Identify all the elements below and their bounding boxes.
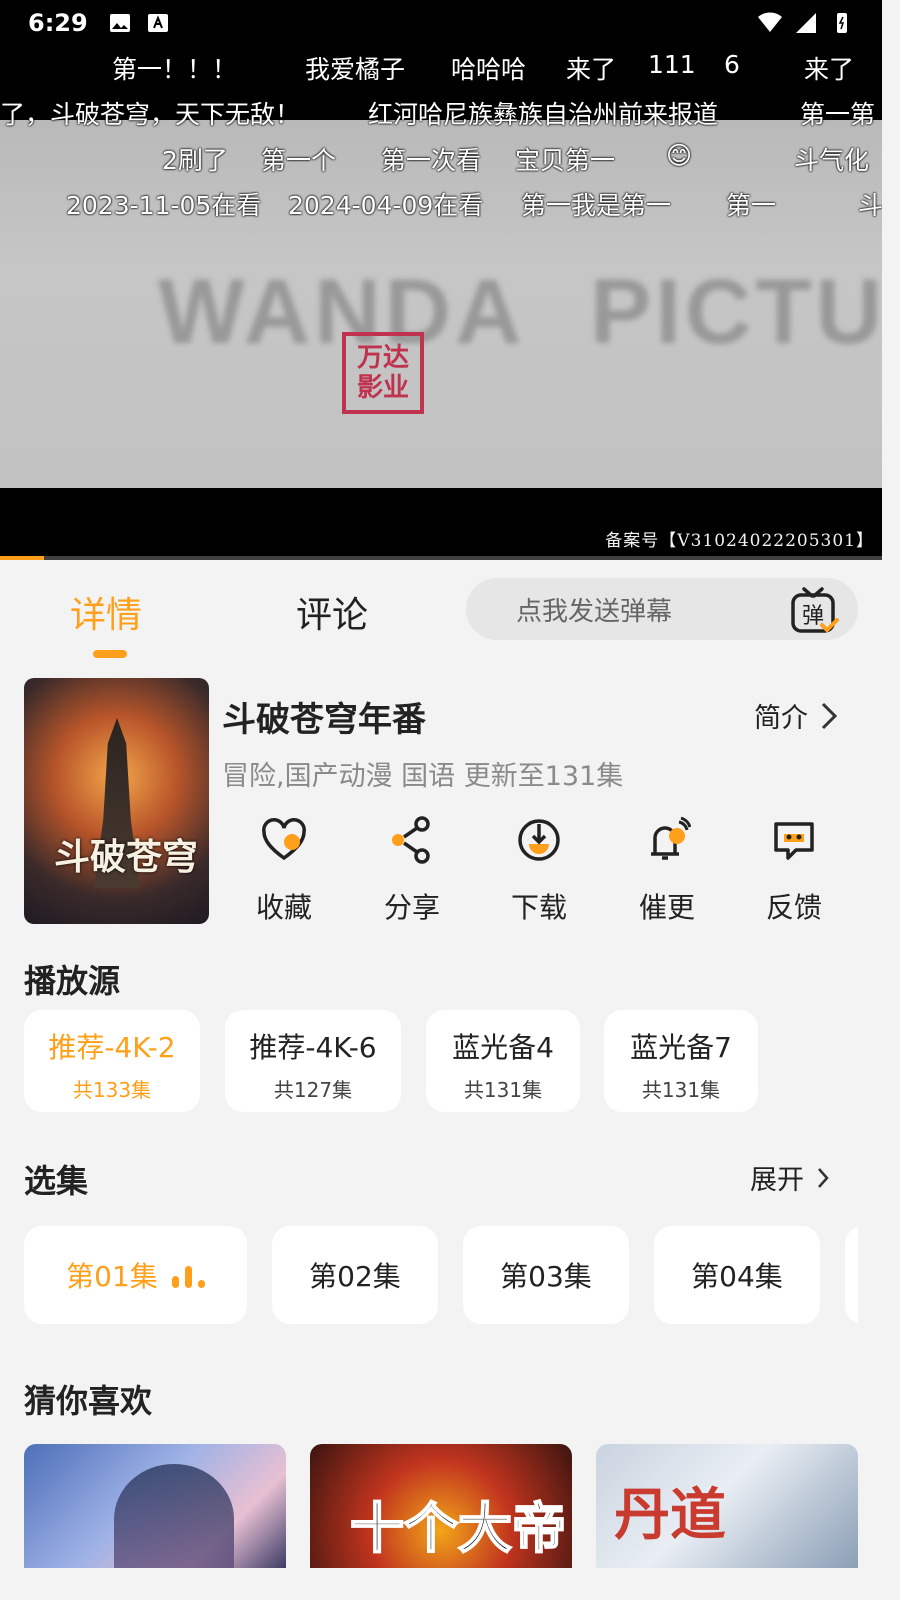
danmaku-send-icon[interactable]: 弹 (790, 587, 840, 637)
urge-update-label: 催更 (638, 891, 695, 924)
danmaku-comment: 第一 (726, 191, 777, 220)
source-name: 蓝光备7 (630, 1031, 732, 1064)
wanda-seal-logo: 万达影业 (342, 332, 424, 414)
recommend-card[interactable]: 丹道 (596, 1444, 858, 1568)
favorite-button[interactable]: 收藏 (224, 816, 344, 926)
danmaku-comment: 第一次看 (381, 146, 482, 175)
source-count: 共131集 (463, 1078, 543, 1102)
urge-update-button[interactable]: 催更 (607, 816, 727, 926)
source-item[interactable]: 蓝光备7 共131集 (604, 1010, 758, 1112)
danmaku-comment: 6 (724, 50, 740, 79)
danmaku-comment: 2024-04-09在看 (288, 191, 484, 220)
episode-item[interactable]: 第02集 (272, 1226, 438, 1324)
danmaku-input-placeholder: 点我发送弹幕 (516, 596, 673, 627)
recommend-card[interactable] (24, 1444, 286, 1568)
chevron-right-icon (818, 1167, 829, 1188)
recommend-title: 猜你喜欢 (24, 1382, 153, 1420)
episode-label: 第03集 (500, 1260, 592, 1293)
source-count: 共127集 (273, 1078, 353, 1102)
tab-active-indicator (93, 650, 127, 658)
source-count: 共131集 (641, 1078, 721, 1102)
favorite-label: 收藏 (255, 891, 312, 924)
filing-number: 备案号【V31024022205301】 (605, 531, 874, 551)
font-notification-icon (147, 14, 168, 32)
danmaku-comment: 2刷了 (162, 146, 228, 175)
danmaku-comment: 第一第 (800, 100, 876, 129)
recommend-list: 十个大帝 丹道 (24, 1444, 858, 1568)
feedback-label: 反馈 (765, 891, 822, 924)
download-button[interactable]: 下载 (479, 816, 599, 926)
recommend-card-title: 丹道 (614, 1482, 726, 1548)
show-poster[interactable]: 斗破苍穹 (24, 678, 209, 924)
recommend-card[interactable]: 十个大帝 (310, 1444, 572, 1568)
source-item[interactable]: 蓝光备4 共131集 (426, 1010, 580, 1112)
wifi-icon (758, 12, 782, 32)
tab-details[interactable]: 详情 (70, 586, 142, 638)
source-name: 推荐-4K-6 (249, 1031, 377, 1064)
status-bar: 6:29 (0, 0, 882, 46)
bell-icon (651, 816, 691, 860)
battery-icon (837, 13, 847, 33)
intro-label: 简介 (754, 703, 808, 734)
danmaku-comment: 斗气化 (794, 146, 870, 175)
show-title: 斗破苍穹年番 (222, 700, 426, 740)
share-button[interactable]: 分享 (352, 816, 472, 926)
share-label: 分享 (383, 891, 440, 924)
danmaku-comment: 😊 (666, 141, 693, 170)
source-count: 共133集 (72, 1078, 152, 1102)
danmaku-comment: 了，斗破苍穹，天下无敌！ (0, 100, 301, 129)
source-name: 蓝光备4 (452, 1031, 554, 1064)
danmaku-comment: 宝贝第一 (515, 146, 616, 175)
danmaku-comment: 哈哈哈 (451, 55, 527, 84)
tab-comments[interactable]: 评论 (296, 586, 368, 638)
status-time: 6:29 (28, 9, 88, 37)
recommend-card-title: 十个大帝 (349, 1495, 567, 1561)
gallery-notification-icon (109, 14, 130, 32)
episodes-title: 选集 (24, 1162, 89, 1200)
heart-icon (262, 818, 306, 861)
action-bar: 收藏 分享 下载 催更 反馈 (222, 816, 858, 926)
danmaku-comment: 来了 (804, 55, 855, 84)
danmaku-comment: 红河哈尼族彝族自治州前来报道 (368, 100, 719, 129)
sources-title: 播放源 (24, 962, 121, 1000)
danmaku-comment: 第一个 (261, 146, 337, 175)
episode-label: 第01集 (66, 1260, 158, 1293)
download-label: 下载 (510, 891, 567, 924)
danmaku-comment: 来了 (566, 55, 617, 84)
expand-label: 展开 (750, 1165, 804, 1196)
episode-item[interactable]: 第03集 (463, 1226, 629, 1324)
danmaku-comment: 斗 (858, 191, 882, 220)
recommend-card-art (114, 1464, 234, 1568)
feedback-button[interactable]: 反馈 (734, 816, 854, 926)
feedback-icon (774, 822, 814, 860)
show-meta: 冒险,国产动漫 国语 更新至131集 (222, 761, 624, 792)
poster-title: 斗破苍穹 (54, 836, 199, 878)
danmaku-comment: 111 (648, 50, 696, 79)
episode-label: 第02集 (309, 1260, 401, 1293)
danmaku-comment: 第一！！！ (112, 55, 238, 84)
chevron-right-icon (821, 702, 838, 729)
source-item[interactable]: 推荐-4K-6 共127集 (225, 1010, 401, 1112)
now-playing-icon (171, 1262, 205, 1288)
expand-episodes-link[interactable]: 展开 (750, 1158, 830, 1197)
episode-item[interactable]: 第01集 (24, 1226, 247, 1324)
episode-label: 第04集 (691, 1260, 783, 1293)
episode-item[interactable] (845, 1226, 858, 1324)
danmaku-comment: 第一我是第一 (521, 191, 672, 220)
source-item[interactable]: 推荐-4K-2 共133集 (24, 1010, 200, 1112)
source-name: 推荐-4K-2 (48, 1031, 176, 1064)
episode-item[interactable]: 第04集 (654, 1226, 820, 1324)
episode-list: 第01集 第02集 第03集 第04集 (24, 1226, 858, 1324)
danmaku-comment: 2023-11-05在看 (66, 191, 262, 220)
signal-icon (796, 13, 816, 33)
share-icon (392, 816, 430, 864)
intro-link[interactable]: 简介 (754, 696, 840, 735)
video-player[interactable]: WANDAPICTURES 万达影业 备案号【V31024022205301】 … (0, 46, 882, 560)
download-icon (518, 819, 560, 861)
danmaku-comment: 我爱橘子 (305, 55, 406, 84)
